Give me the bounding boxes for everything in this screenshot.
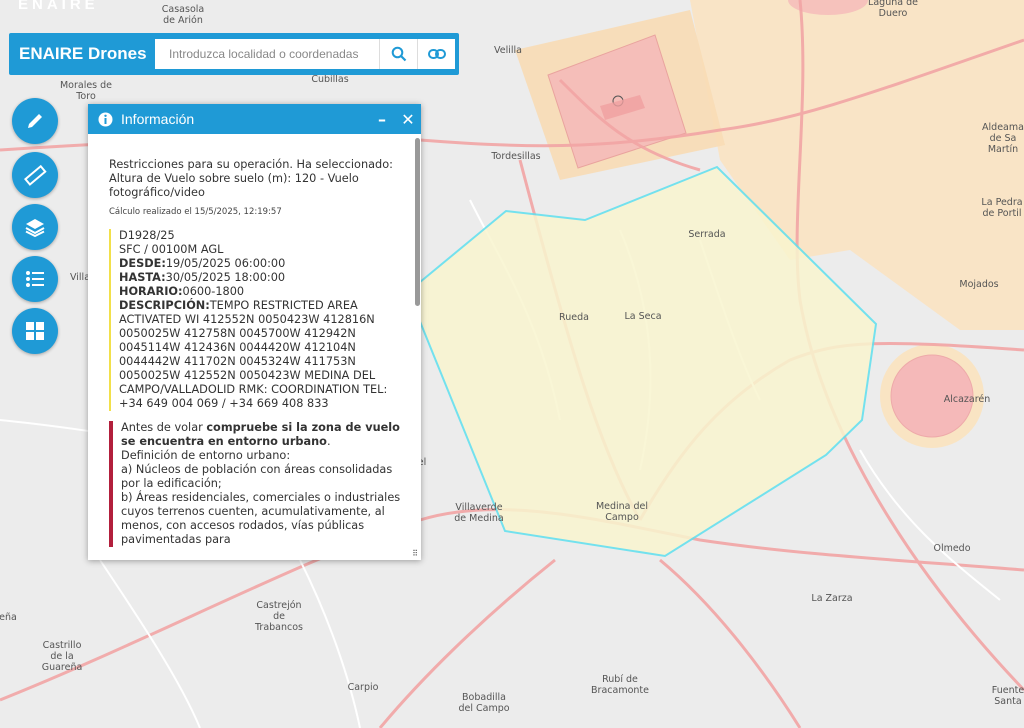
restrictions-intro: Restricciones para su operación. Ha sele… xyxy=(109,158,393,199)
place-label: Casasola de Arión xyxy=(161,4,205,26)
place-label: Castrillo de la Guareña xyxy=(41,640,83,673)
info-panel: Información – ✕ Restricciones para su op… xyxy=(88,104,421,560)
search-button[interactable] xyxy=(379,39,417,69)
apps-button[interactable] xyxy=(12,308,58,354)
place-label: eña xyxy=(0,612,17,623)
notam-limits: SFC / 00100M AGL xyxy=(119,243,224,256)
place-label: Alcazarén xyxy=(943,394,991,405)
descripcion-value: TEMPO RESTRICTED AREA ACTIVATED WI 41255… xyxy=(119,299,388,410)
place-label: Tordesillas xyxy=(491,151,541,162)
info-panel-title: Información xyxy=(121,111,195,127)
urban-warning-block: Antes de volar compruebe si la zona de v… xyxy=(109,421,404,547)
search-icon xyxy=(391,46,406,62)
desde-value: 19/05/2025 06:00:00 xyxy=(165,257,286,270)
place-label: Cubillas xyxy=(311,74,349,85)
measure-button[interactable] xyxy=(12,152,58,198)
list-icon xyxy=(26,271,44,287)
pencil-icon xyxy=(28,114,42,128)
calc-timestamp: Cálculo realizado el 15/5/2025, 12:19:57 xyxy=(109,207,282,217)
app-title: ENAIRE Drones xyxy=(19,44,147,63)
place-label: Villa xyxy=(69,272,91,283)
desde-label: DESDE: xyxy=(119,257,166,270)
resize-handle[interactable]: ⠿ xyxy=(412,549,418,558)
info-panel-body[interactable]: Restricciones para su operación. Ha sele… xyxy=(88,134,414,560)
urban-definition: Definición de entorno urbano: xyxy=(121,449,291,462)
legend-button[interactable] xyxy=(12,256,58,302)
close-button[interactable]: ✕ xyxy=(395,110,421,129)
enaire-logo: ENAIRE xyxy=(18,0,99,13)
place-label: Rueda xyxy=(559,312,589,323)
place-label: Rubí de Bracamonte xyxy=(591,674,649,696)
urban-item-a: a) Núcleos de población con áreas consol… xyxy=(121,463,393,490)
hasta-label: HASTA: xyxy=(119,271,166,284)
place-label: Bobadilla del Campo xyxy=(458,692,510,714)
urban-pre: Antes de volar xyxy=(121,421,207,434)
place-label: Mojados xyxy=(959,279,999,290)
notam-id: D1928/25 xyxy=(119,229,175,242)
horario-label: HORARIO: xyxy=(119,285,183,298)
link-icon xyxy=(427,49,446,59)
share-link-button[interactable] xyxy=(417,39,455,69)
hasta-value: 30/05/2025 18:00:00 xyxy=(165,271,286,284)
place-label: La Zarza xyxy=(811,593,853,604)
layers-icon xyxy=(25,219,45,238)
search-input[interactable] xyxy=(155,39,379,69)
draw-button[interactable] xyxy=(12,98,58,144)
place-label: Carpio xyxy=(347,682,379,693)
place-label: Laguna de Duero xyxy=(868,0,918,19)
ruler-icon xyxy=(24,164,47,186)
notam-block: D1928/25 SFC / 00100M AGL DESDE:19/05/20… xyxy=(109,229,404,411)
layers-button[interactable] xyxy=(12,204,58,250)
search-bar: ENAIRE Drones xyxy=(9,33,459,75)
search-box xyxy=(155,39,455,69)
grid-icon xyxy=(26,322,44,340)
horario-value: 0600-1800 xyxy=(182,285,245,298)
place-label: Velilla xyxy=(494,45,522,56)
place-label: Olmedo xyxy=(933,543,971,554)
info-panel-header[interactable]: Información – ✕ xyxy=(88,104,421,134)
urban-post: . xyxy=(326,435,331,448)
place-label: Fuente Santa xyxy=(991,685,1024,707)
urban-item-b: b) Áreas residenciales, comerciales o in… xyxy=(121,491,401,546)
descripcion-label: DESCRIPCIÓN: xyxy=(119,299,210,312)
info-panel-scrollbar[interactable] xyxy=(415,138,420,306)
place-label: La Pedra de Portil xyxy=(981,197,1023,219)
place-label: Morales de Toro xyxy=(59,80,113,102)
place-label: Aldeama de Sa Martín xyxy=(982,122,1024,155)
place-label: Serrada xyxy=(688,229,726,240)
minimize-button[interactable]: – xyxy=(369,110,395,129)
info-icon xyxy=(98,112,113,126)
place-label: Castrejón de Trabancos xyxy=(255,600,303,633)
place-label: La Seca xyxy=(624,311,662,322)
place-label: Villaverde de Medina xyxy=(454,502,504,524)
place-label: Medina del Campo xyxy=(595,501,649,523)
